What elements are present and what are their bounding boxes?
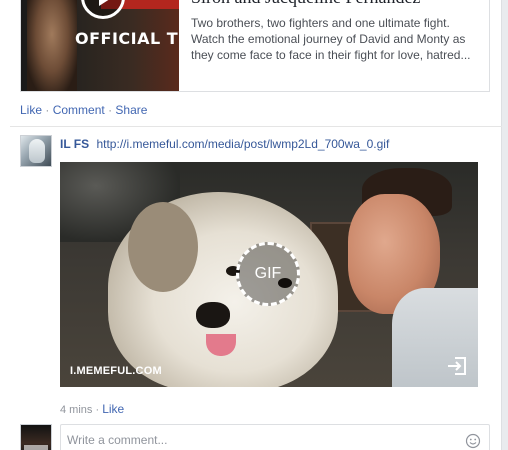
current-user-avatar[interactable] <box>20 424 52 450</box>
comment-composer[interactable] <box>60 424 490 450</box>
thumbnail-person <box>27 0 77 91</box>
thumbnail-caption: OFFICIAL TRA <box>75 29 179 48</box>
link-preview[interactable]: OFFICIAL TRA Siron and Jacqueline Fernan… <box>20 0 490 92</box>
post-actions: Like · Comment · Share <box>20 103 147 117</box>
open-external-icon[interactable] <box>446 355 468 377</box>
preview-title[interactable]: Siron and Jacqueline Fernandez <box>191 0 420 8</box>
dog-ear <box>128 202 198 292</box>
avatar-mask <box>29 139 45 163</box>
gif-play-badge[interactable]: GIF <box>236 242 300 306</box>
comment-link[interactable]: http://i.memeful.com/media/post/lwmp2Ld_… <box>96 137 389 151</box>
gif-attachment[interactable]: GIF I.MEMEFUL.COM <box>60 162 478 387</box>
avatar-detail <box>24 445 48 450</box>
separator: · <box>45 103 50 117</box>
comment-header: IL FS http://i.memeful.com/media/post/lw… <box>60 137 389 151</box>
comment-meta: 4 mins · Like <box>60 402 124 416</box>
avatar[interactable] <box>20 135 52 167</box>
comment-author[interactable]: IL FS <box>60 137 89 151</box>
like-button[interactable]: Like <box>20 103 42 117</box>
post-card: OFFICIAL TRA Siron and Jacqueline Fernan… <box>0 0 502 450</box>
separator: · <box>95 404 100 416</box>
divider <box>10 126 502 127</box>
emoji-icon[interactable] <box>465 433 481 449</box>
play-icon[interactable] <box>81 0 125 19</box>
separator: · <box>108 103 113 117</box>
dog-tongue <box>206 334 236 356</box>
video-thumbnail[interactable]: OFFICIAL TRA <box>21 0 179 91</box>
comment-button[interactable]: Comment <box>53 103 105 117</box>
comment-input[interactable] <box>67 431 457 449</box>
preview-description: Two brothers, two fighters and one ultim… <box>191 16 471 62</box>
comment-like-button[interactable]: Like <box>102 402 124 416</box>
dog-nose <box>196 302 230 328</box>
comment-time[interactable]: 4 mins <box>60 404 92 416</box>
gif-watermark: I.MEMEFUL.COM <box>70 365 162 377</box>
share-button[interactable]: Share <box>115 103 147 117</box>
